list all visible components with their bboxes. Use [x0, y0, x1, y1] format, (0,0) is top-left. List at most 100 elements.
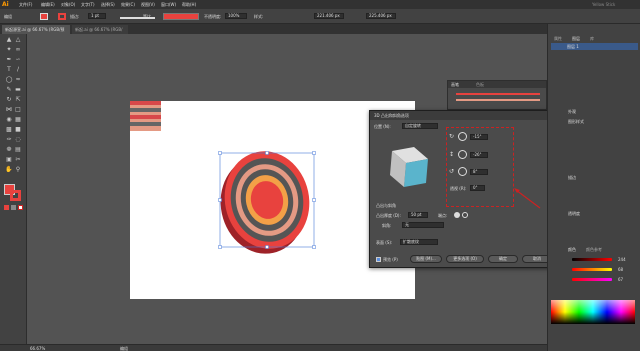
scale-icon[interactable]: ⇱: [14, 96, 22, 104]
z-angle-dial[interactable]: [458, 167, 467, 176]
bevel-dropdown[interactable]: 无: [402, 222, 444, 228]
perspective-field[interactable]: 0°: [470, 185, 485, 191]
pencil-icon[interactable]: ✎: [5, 86, 13, 94]
hand-tool-icon[interactable]: ✋: [5, 166, 13, 174]
ellipse-tool-icon[interactable]: ◯: [5, 76, 13, 84]
stroke-panel-label[interactable]: 描边: [568, 174, 576, 181]
depth-label: 凸出厚度 (D):: [376, 213, 401, 218]
width-tool-icon[interactable]: ⋈: [5, 106, 13, 114]
blue-slider[interactable]: [572, 278, 612, 281]
green-slider[interactable]: [572, 268, 612, 271]
zoom-tool-icon[interactable]: ⚲: [14, 166, 22, 174]
direct-selection-tool-icon[interactable]: △: [14, 36, 22, 44]
type-tool-icon[interactable]: T: [5, 66, 13, 74]
brush-stroke-2[interactable]: [456, 99, 540, 101]
stripe-pattern[interactable]: [130, 101, 161, 131]
fill-swatch[interactable]: [40, 13, 48, 20]
menu-type[interactable]: 文字(T): [81, 2, 95, 7]
lasso-icon[interactable]: ∞: [14, 46, 22, 54]
stroke-swatch[interactable]: [58, 13, 66, 20]
layer-name: 图层 1: [567, 44, 579, 49]
menu-view[interactable]: 视图(V): [141, 2, 155, 7]
menu-window[interactable]: 窗口(W): [161, 2, 176, 7]
brush-stroke-1[interactable]: [456, 93, 540, 95]
tab-brushes[interactable]: 画笔: [451, 82, 459, 87]
brush-label: 等比: [143, 14, 151, 19]
x-angle-dial[interactable]: [458, 132, 467, 141]
tab-properties[interactable]: 属性: [554, 36, 562, 41]
stroke-color-box[interactable]: [10, 190, 21, 201]
status-info: 编组: [120, 346, 128, 351]
mesh-icon[interactable]: ▩: [5, 126, 13, 134]
selection-type-label: 编组: [4, 14, 12, 19]
gradient-icon[interactable]: ■: [14, 126, 22, 134]
red-value[interactable]: 244: [618, 257, 626, 262]
x-angle-field[interactable]: -15°: [470, 134, 488, 140]
x-axis-rotate-icon: ↻: [448, 133, 455, 140]
stroke-weight-field[interactable]: 1 pt: [88, 13, 106, 19]
y-position-field[interactable]: 225.406 px: [366, 13, 396, 19]
eyedropper-icon[interactable]: ✑: [5, 136, 13, 144]
selection-tool-icon[interactable]: ▲: [5, 36, 13, 44]
menu-object[interactable]: 对象(O): [61, 2, 75, 7]
more-options-button[interactable]: 更多选项 (O): [446, 255, 484, 263]
color-mode-button[interactable]: [4, 205, 9, 210]
blue-value[interactable]: 67: [618, 277, 623, 282]
curvature-icon[interactable]: ∽: [14, 56, 22, 64]
extruded-target-artwork[interactable]: [212, 145, 322, 255]
tab-document-2[interactable]: 新起.ai @ 66.67% (RGB/预览): [72, 25, 128, 41]
graphic-styles-panel-label[interactable]: 图形样式: [568, 118, 584, 125]
brush-definition[interactable]: [163, 13, 199, 20]
red-slider[interactable]: [572, 258, 612, 261]
depth-field[interactable]: 50 pt: [408, 212, 428, 218]
color-guide-panel-label[interactable]: 颜色参考: [586, 246, 602, 253]
tab-layers[interactable]: 图层: [572, 36, 580, 41]
column-graph-icon[interactable]: ▤: [14, 146, 22, 154]
blend-icon[interactable]: ◌: [14, 136, 22, 144]
paintbrush-icon[interactable]: ≈: [14, 76, 22, 84]
z-angle-field[interactable]: 8°: [470, 169, 488, 175]
map-art-button[interactable]: 贴图 (M)...: [410, 255, 442, 263]
layer-row[interactable]: 图层 1: [551, 43, 638, 50]
dialog-title: 3D 凸出和斜角选项: [370, 111, 556, 120]
artboard-tool-icon[interactable]: ▣: [5, 156, 13, 164]
line-tool-icon[interactable]: ∕: [14, 66, 22, 74]
pen-tool-icon[interactable]: ✒: [5, 56, 13, 64]
symbol-sprayer-icon[interactable]: ❁: [5, 146, 13, 154]
tab-libraries[interactable]: 库: [590, 36, 594, 41]
menu-select[interactable]: 选择(S): [101, 2, 115, 7]
none-mode-button[interactable]: [18, 205, 23, 210]
surface-dropdown[interactable]: 扩散底纹: [400, 239, 438, 245]
perspective-grid-icon[interactable]: ▦: [14, 116, 22, 124]
ok-button[interactable]: 确定: [488, 255, 518, 263]
rotation-cube-preview[interactable]: [378, 137, 438, 197]
shape-builder-icon[interactable]: ◉: [5, 116, 13, 124]
menu-file[interactable]: 文件(F): [19, 2, 32, 7]
cap-on-button[interactable]: [454, 212, 460, 218]
appearance-panel-label[interactable]: 外观: [568, 108, 576, 115]
style-label: 样式:: [254, 14, 264, 19]
eraser-icon[interactable]: ▬: [14, 86, 22, 94]
green-value[interactable]: 68: [618, 267, 623, 272]
cap-off-button[interactable]: [462, 212, 468, 218]
y-angle-field[interactable]: -26°: [470, 152, 488, 158]
slice-icon[interactable]: ✂: [14, 156, 22, 164]
x-position-field[interactable]: 221.406 px: [314, 13, 344, 19]
opacity-field[interactable]: 100%: [225, 13, 247, 19]
surface-label: 表面 (S):: [376, 240, 393, 245]
tab-swatches[interactable]: 色板: [476, 82, 484, 87]
menu-effect[interactable]: 效果(C): [121, 2, 135, 7]
gradient-mode-button[interactable]: [11, 205, 16, 210]
magic-wand-icon[interactable]: ✦: [5, 46, 13, 54]
transparency-panel-label[interactable]: 透明度: [568, 210, 580, 217]
free-transform-icon[interactable]: □: [14, 106, 22, 114]
preview-checkbox[interactable]: [376, 257, 381, 262]
position-dropdown[interactable]: 自定旋转: [402, 123, 438, 129]
menu-edit[interactable]: 编辑(E): [41, 2, 55, 7]
y-angle-dial[interactable]: [458, 150, 467, 159]
zoom-level[interactable]: 66.67%: [30, 346, 45, 351]
menu-help[interactable]: 帮助(H): [182, 2, 196, 7]
color-panel-label[interactable]: 颜色: [568, 246, 576, 253]
tab-document-1[interactable]: 新起源宣.ai @ 66.67% (RGB/预览): [2, 25, 70, 41]
rotate-icon[interactable]: ↻: [5, 96, 13, 104]
